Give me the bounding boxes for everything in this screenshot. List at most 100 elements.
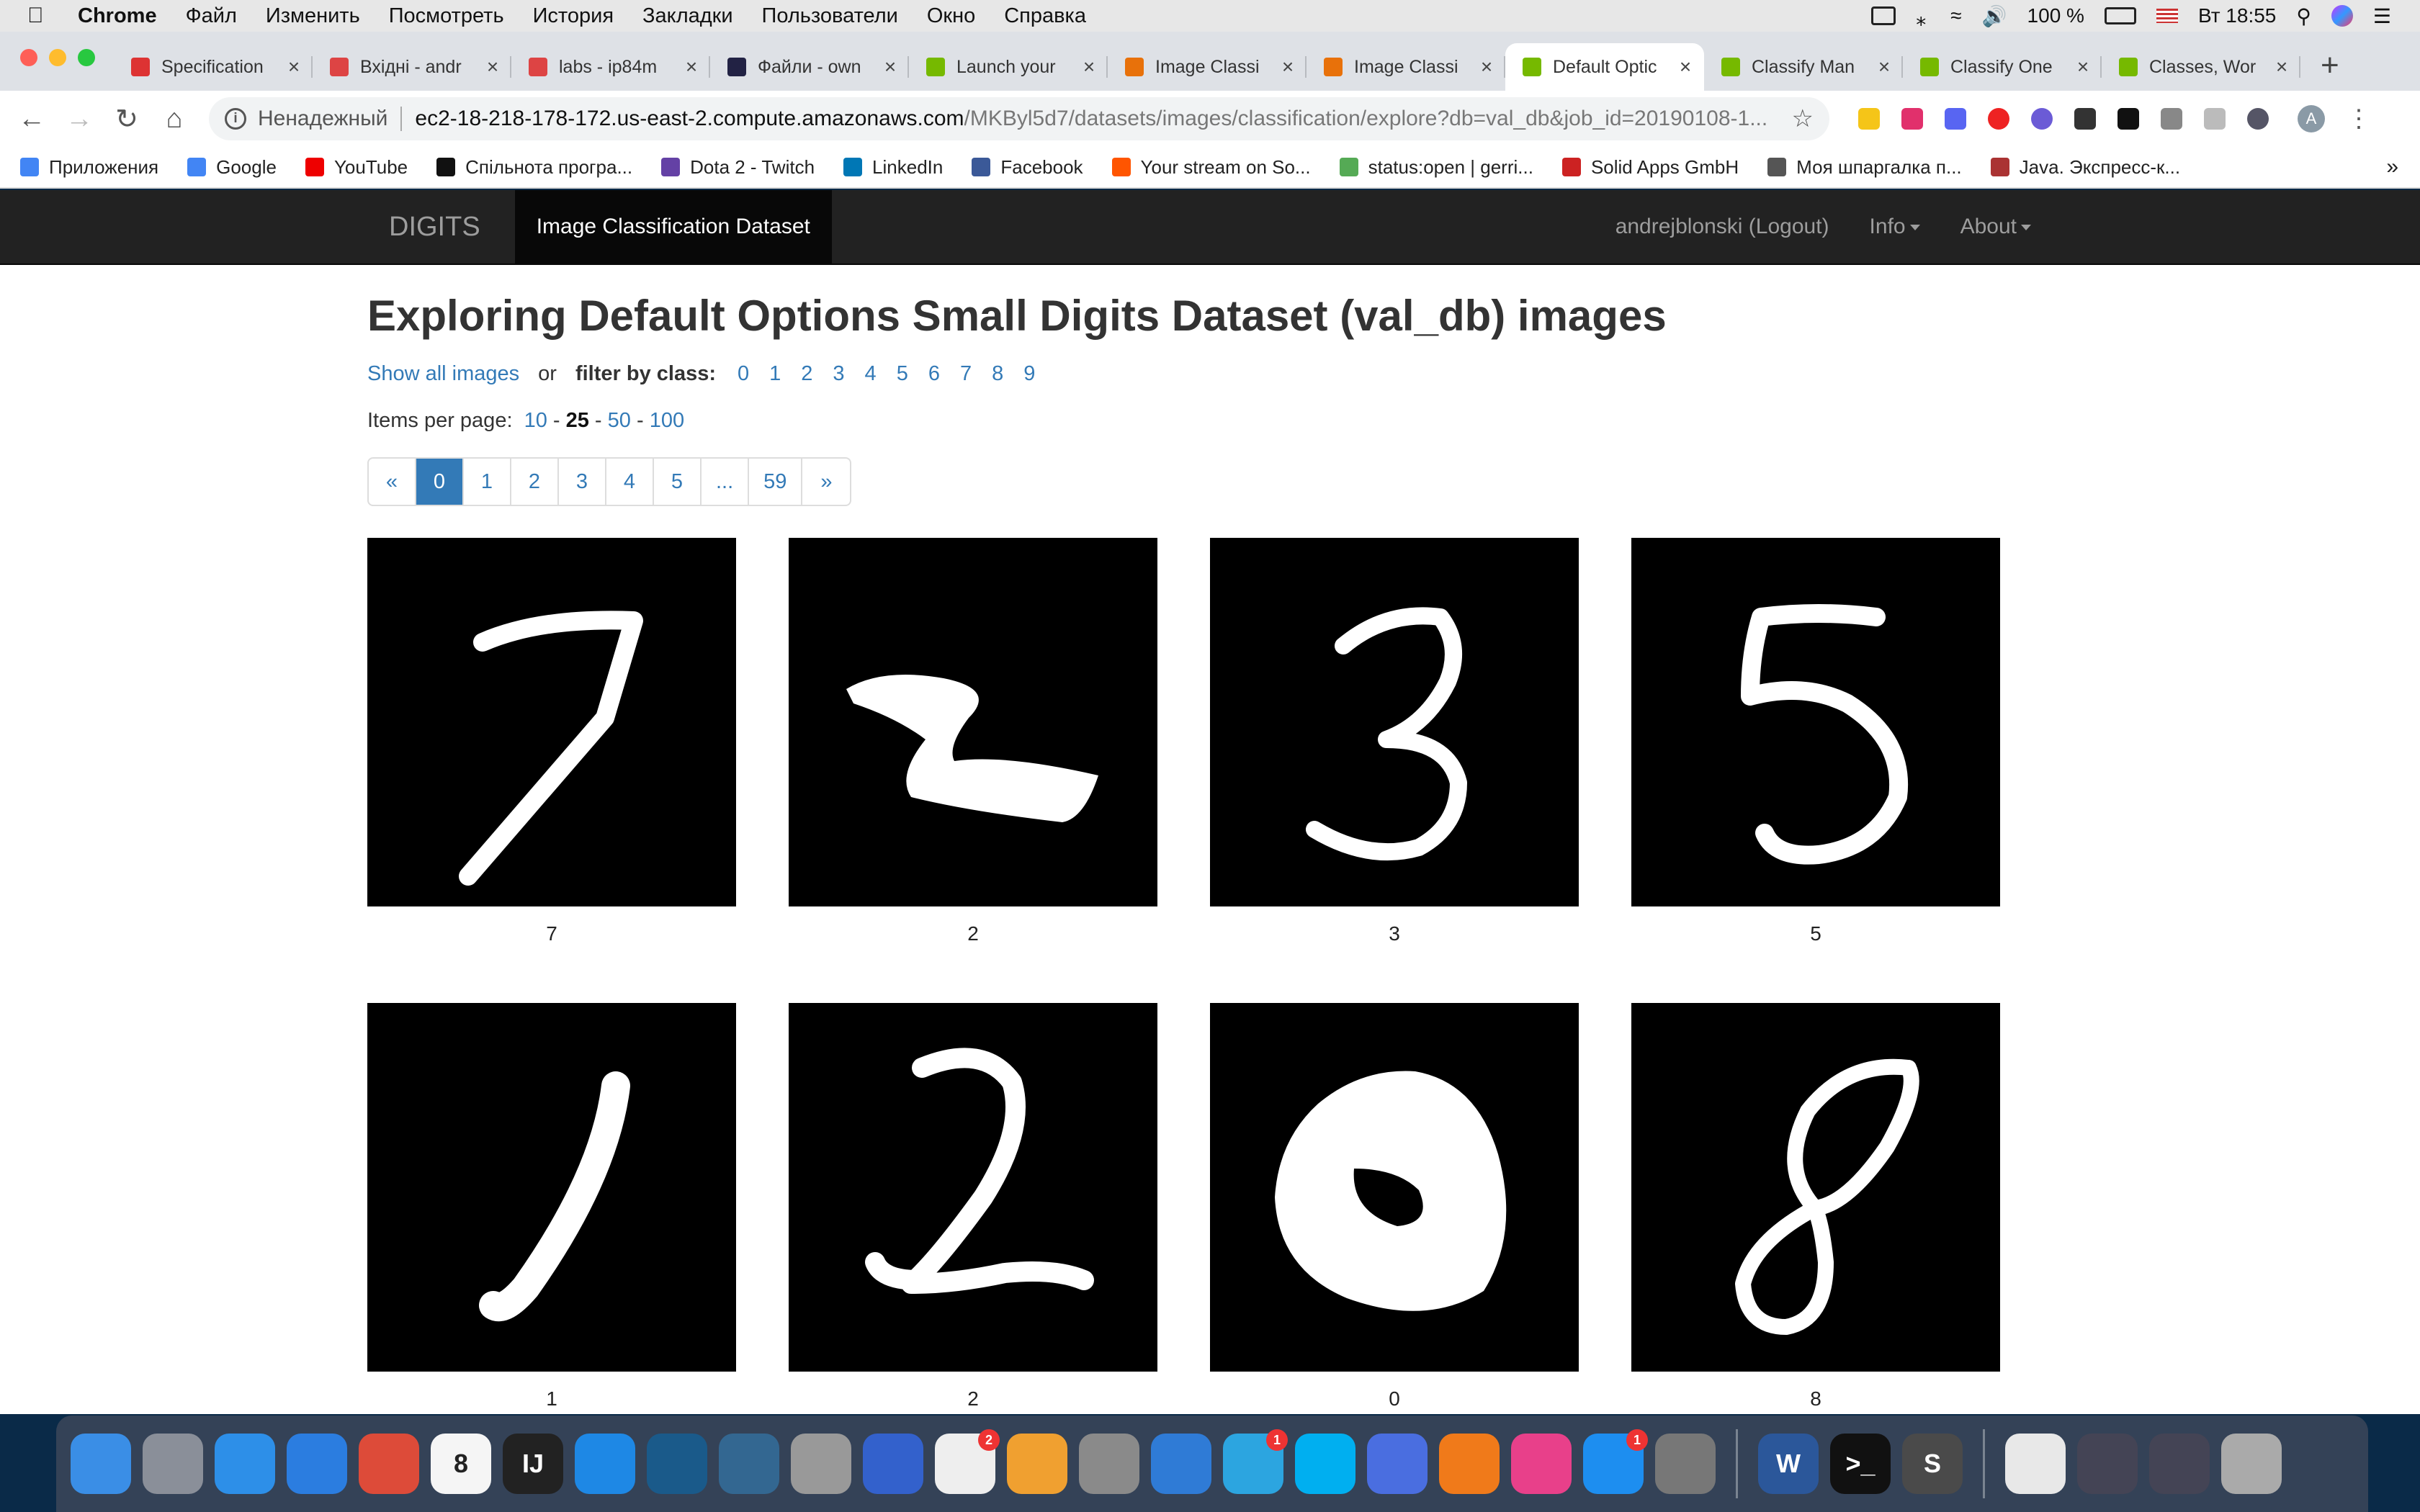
address-bar[interactable]: i Ненадежный ec2-18-218-178-172.us-east-… (209, 97, 1829, 140)
zoom-window-button[interactable] (78, 49, 95, 66)
nav-active-item[interactable]: Image Classification Dataset (514, 190, 832, 264)
safari-icon[interactable] (215, 1434, 275, 1494)
siri-icon[interactable] (2331, 5, 2353, 27)
battery-label[interactable]: 100 % (2027, 4, 2084, 27)
tab-close-icon[interactable]: × (683, 55, 700, 78)
close-window-button[interactable] (20, 49, 37, 66)
site-info-icon[interactable]: i (225, 108, 246, 130)
class-filter-link[interactable]: 0 (738, 362, 749, 386)
class-filter-link[interactable]: 9 (1023, 362, 1035, 386)
documents-icon[interactable] (2005, 1434, 2066, 1494)
display-icon[interactable] (1871, 6, 1896, 25)
tab-close-icon[interactable]: × (1677, 55, 1694, 78)
tab-close-icon[interactable]: × (484, 55, 501, 78)
page-link[interactable]: 5 (654, 459, 702, 505)
menu-item[interactable]: Закладки (642, 4, 733, 28)
browser-tab[interactable]: Default Optic × (1505, 43, 1704, 91)
browser-tab[interactable]: Classes, Wor × (2102, 43, 2300, 91)
browser-tab[interactable]: Файли - own × (710, 43, 909, 91)
menu-item[interactable]: Посмотреть (389, 4, 504, 28)
new-tab-button[interactable]: + (2321, 48, 2339, 84)
apple-icon[interactable]:  (27, 4, 56, 28)
page-link[interactable]: » (802, 459, 850, 505)
extension-icon[interactable] (2247, 108, 2269, 130)
class-filter-link[interactable]: 3 (833, 362, 844, 386)
page-link[interactable]: 59 (749, 459, 803, 505)
browser-tab[interactable]: Classify Man × (1704, 43, 1903, 91)
bookmark-item[interactable]: Приложения (20, 156, 158, 179)
word-icon[interactable]: W (1758, 1434, 1819, 1494)
wifi-icon[interactable]: ≈ (1950, 4, 1961, 27)
extension-icon[interactable] (1988, 108, 2009, 130)
extension-icon[interactable] (1901, 108, 1923, 130)
tweetbot-icon[interactable] (1367, 1434, 1428, 1494)
mysql-workbench-icon[interactable] (647, 1434, 707, 1494)
spark-icon[interactable] (287, 1434, 347, 1494)
bookmark-item[interactable]: Google (187, 156, 277, 179)
show-all-link[interactable]: Show all images (367, 362, 519, 386)
battery-icon[interactable] (2104, 7, 2136, 24)
class-filter-link[interactable]: 5 (897, 362, 908, 386)
bookmark-item[interactable]: YouTube (305, 156, 408, 179)
reminders-icon[interactable]: 2 (935, 1429, 1000, 1494)
home-button[interactable]: ⌂ (158, 104, 190, 135)
extension-icon[interactable] (1945, 108, 1966, 130)
intellij-icon[interactable]: IJ (503, 1434, 563, 1494)
menu-item[interactable]: Окно (927, 4, 975, 28)
tab-close-icon[interactable]: × (2074, 55, 2092, 78)
browser-tab[interactable]: Launch your × (909, 43, 1108, 91)
menu-item[interactable]: Изменить (266, 4, 360, 28)
per-page-option[interactable]: 50 (608, 409, 631, 432)
page-link[interactable]: 3 (559, 459, 606, 505)
numbers-icon[interactable] (1079, 1434, 1139, 1494)
class-filter-link[interactable]: 4 (865, 362, 877, 386)
simplenote-icon[interactable] (863, 1434, 923, 1494)
tab-close-icon[interactable]: × (2273, 55, 2290, 78)
tab-close-icon[interactable]: × (1279, 55, 1296, 78)
page-link[interactable]: 2 (511, 459, 559, 505)
extension-icon[interactable] (2031, 108, 2053, 130)
extension-icon[interactable] (2074, 108, 2096, 130)
page-link[interactable]: 4 (606, 459, 654, 505)
downloads-stack-icon[interactable] (2077, 1434, 2138, 1494)
class-filter-link[interactable]: 2 (801, 362, 812, 386)
user-logout-link[interactable]: andrejblonski (Logout) (1615, 215, 1829, 239)
minimize-window-button[interactable] (49, 49, 66, 66)
bookmark-item[interactable]: Solid Apps GmbH (1561, 156, 1739, 179)
class-filter-link[interactable]: 1 (769, 362, 781, 386)
clock[interactable]: Вт 18:55 (2198, 4, 2276, 27)
extension-icon[interactable] (1858, 108, 1880, 130)
sequel-icon[interactable] (791, 1434, 851, 1494)
browser-tab[interactable]: Вхідні - andr × (313, 43, 511, 91)
per-page-option[interactable]: 100 (650, 409, 684, 432)
chrome-icon[interactable] (359, 1434, 419, 1494)
skype-icon[interactable] (1295, 1434, 1355, 1494)
launchpad-icon[interactable] (143, 1434, 203, 1494)
more-bookmarks-icon[interactable]: » (2386, 155, 2398, 179)
class-filter-link[interactable]: 6 (928, 362, 940, 386)
per-page-option[interactable]: 10 (524, 409, 547, 432)
tab-close-icon[interactable]: × (285, 55, 302, 78)
bookmark-item[interactable]: status:open | gerri... (1339, 156, 1533, 179)
finder-icon[interactable] (71, 1434, 131, 1494)
bookmark-item[interactable]: LinkedIn (843, 156, 943, 179)
tab-close-icon[interactable]: × (1478, 55, 1495, 78)
notification-center-icon[interactable]: ☰ (2373, 4, 2391, 28)
class-filter-link[interactable]: 7 (960, 362, 972, 386)
system-preferences-icon[interactable] (1655, 1434, 1716, 1494)
telegram-icon[interactable]: 1 (1223, 1429, 1288, 1494)
postgres-icon[interactable] (719, 1434, 779, 1494)
volume-icon[interactable]: 🔊 (1982, 4, 2007, 28)
bookmark-item[interactable]: Dota 2 - Twitch (661, 156, 815, 179)
sublime-icon[interactable]: S (1902, 1434, 1963, 1494)
about-dropdown[interactable]: About (1960, 215, 2031, 239)
reload-button[interactable]: ↻ (111, 103, 143, 135)
extension-icon[interactable] (2161, 108, 2182, 130)
bluetooth-icon[interactable]: ⁎ (1916, 6, 1930, 30)
menu-item[interactable]: Файл (186, 4, 237, 28)
bookmark-star-icon[interactable]: ☆ (1770, 104, 1814, 133)
itunes-icon[interactable] (1511, 1434, 1572, 1494)
menu-item[interactable]: Справка (1004, 4, 1086, 28)
page-link[interactable]: « (369, 459, 416, 505)
menu-item[interactable]: Пользователи (762, 4, 898, 28)
